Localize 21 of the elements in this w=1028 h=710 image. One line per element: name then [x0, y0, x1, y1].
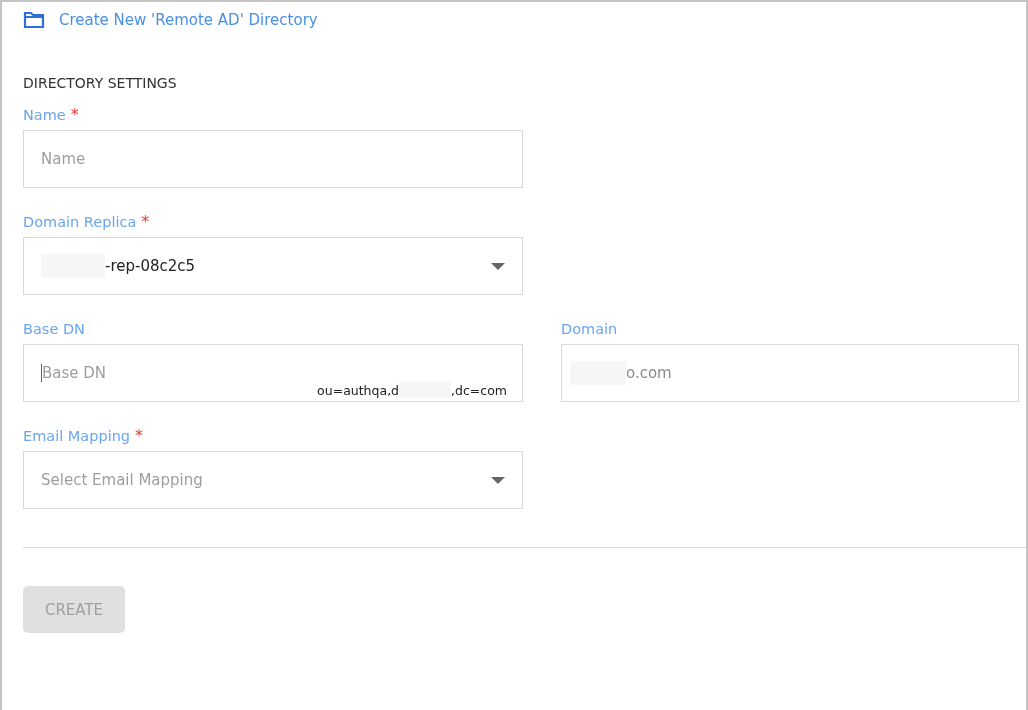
text-field[interactable]: Name	[23, 130, 523, 188]
dropdown-arrow-icon	[491, 262, 505, 270]
hint-text: ,dc=com	[451, 382, 507, 398]
dropdown[interactable]: -rep-08c2c5	[23, 237, 523, 295]
field-label: Domain	[561, 321, 618, 337]
field-label: Name	[23, 107, 66, 123]
page-title: Create New 'Remote AD' Directory	[59, 11, 318, 29]
domain-field[interactable]: o.com	[561, 344, 1019, 402]
hint-text: ou=authqa,d	[317, 382, 400, 398]
field-label: Email Mapping	[23, 428, 131, 444]
required-asterisk: *	[135, 426, 144, 445]
folder-icon	[23, 11, 45, 29]
field-label: Base DN	[23, 321, 85, 337]
field-label: Domain Replica	[23, 214, 137, 230]
text-cursor	[41, 364, 42, 382]
dropdown[interactable]: Select Email Mapping	[23, 451, 523, 509]
text-field[interactable]: Base DN ou=authqa,d ,dc=com	[23, 344, 523, 402]
required-asterisk: *	[70, 105, 79, 124]
section-title: DIRECTORY SETTINGS	[23, 75, 178, 91]
dropdown-arrow-icon	[491, 476, 505, 484]
required-asterisk: *	[141, 212, 150, 231]
